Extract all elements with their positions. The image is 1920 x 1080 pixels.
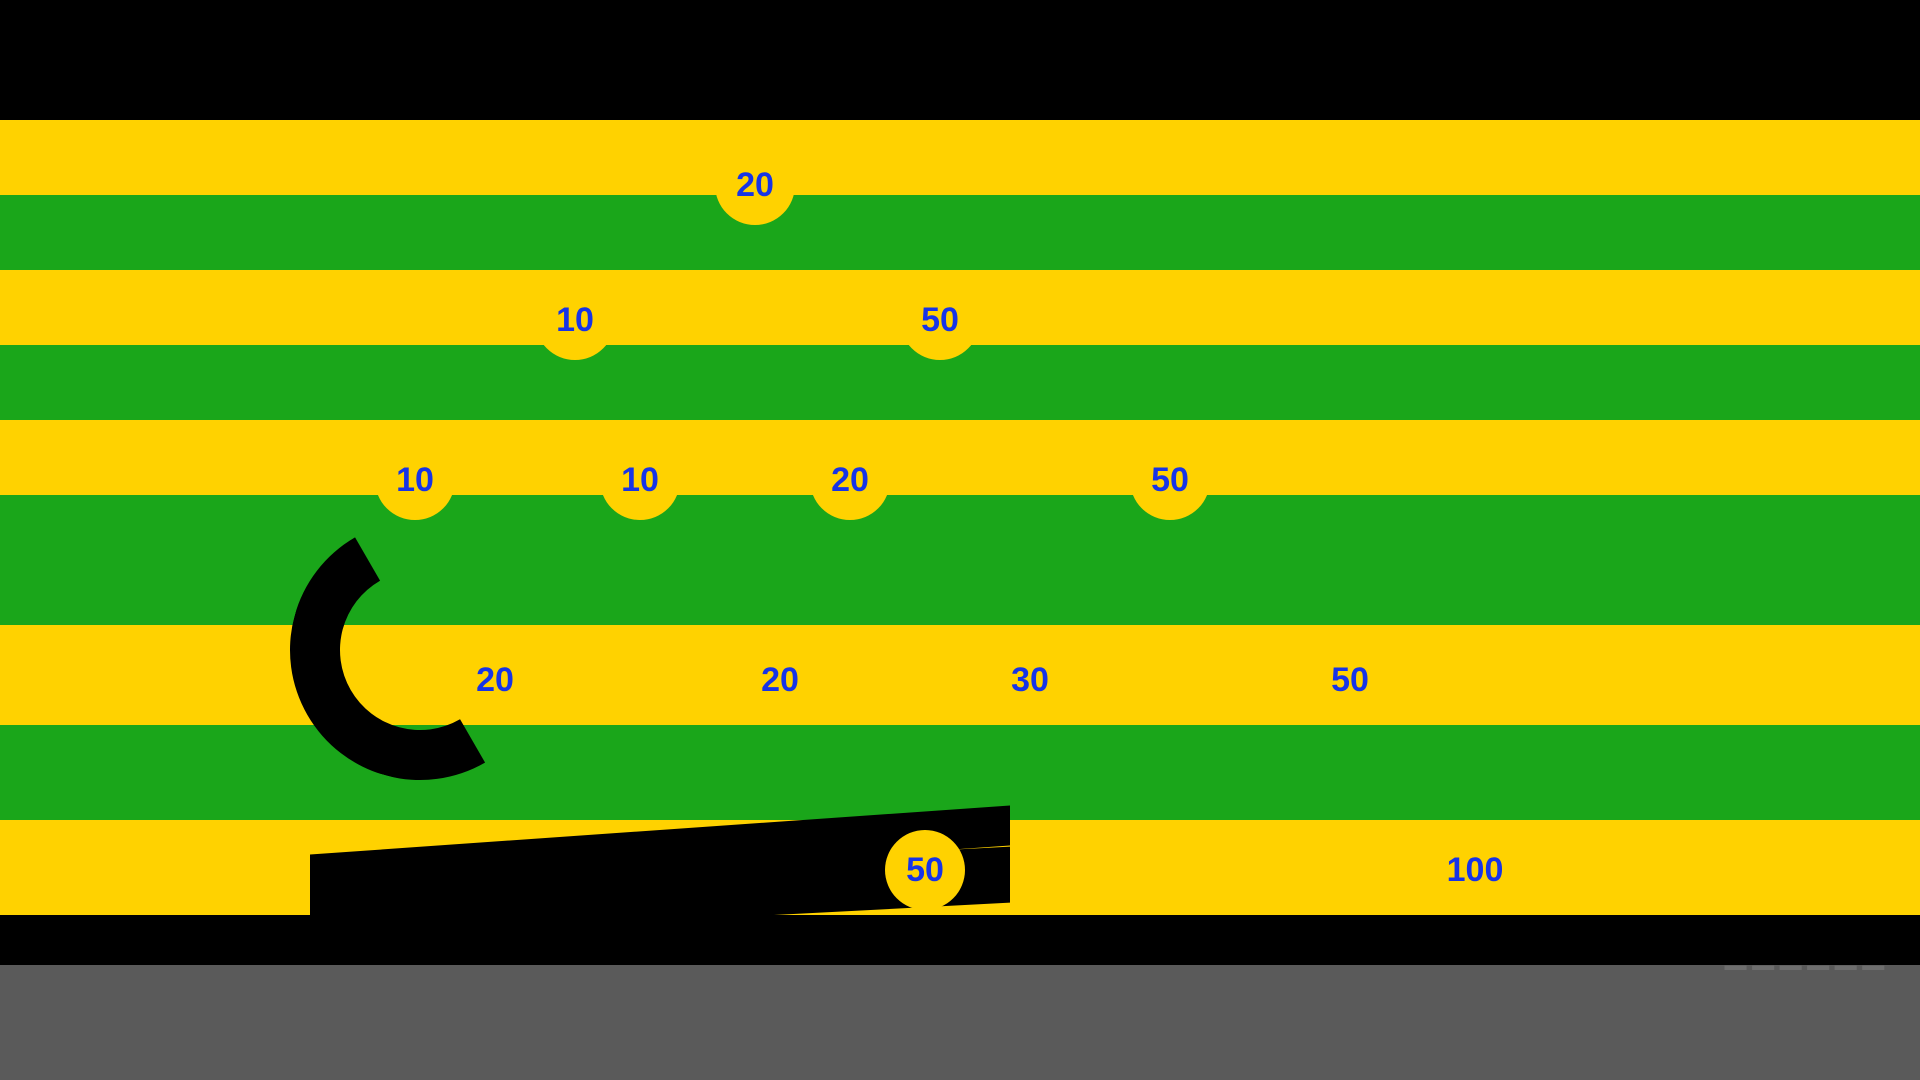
peg-target[interactable]: 50 xyxy=(885,830,965,910)
ground-gray xyxy=(0,965,1920,1080)
stripe-g3 xyxy=(0,495,1920,625)
stripe-y4 xyxy=(0,625,1920,725)
stripe-g4 xyxy=(0,725,1920,820)
baseline-divider xyxy=(0,915,1920,965)
peg-target[interactable]: 50 xyxy=(1310,640,1390,720)
peg-target[interactable]: 50 xyxy=(900,280,980,360)
stripe-g1 xyxy=(0,195,1920,270)
peg-target[interactable]: 20 xyxy=(455,640,535,720)
footer-mark: ▁▁▁▁▁▁ xyxy=(1725,937,1890,970)
peg-target[interactable]: 10 xyxy=(600,440,680,520)
peg-target[interactable]: 20 xyxy=(810,440,890,520)
peg-target[interactable]: 30 xyxy=(990,640,1070,720)
game-stage: 20 10 50 10 10 20 50 20 20 30 50 50 100 … xyxy=(0,0,1920,1080)
stripe-top-black xyxy=(0,0,1920,120)
peg-target[interactable]: 20 xyxy=(715,145,795,225)
stripe-y1 xyxy=(0,120,1920,195)
peg-target[interactable]: 100 xyxy=(1435,830,1515,910)
stripe-y3 xyxy=(0,420,1920,495)
peg-target[interactable]: 10 xyxy=(375,440,455,520)
peg-target[interactable]: 10 xyxy=(535,280,615,360)
peg-target[interactable]: 50 xyxy=(1130,440,1210,520)
stripe-g2 xyxy=(0,345,1920,420)
peg-target[interactable]: 20 xyxy=(740,640,820,720)
